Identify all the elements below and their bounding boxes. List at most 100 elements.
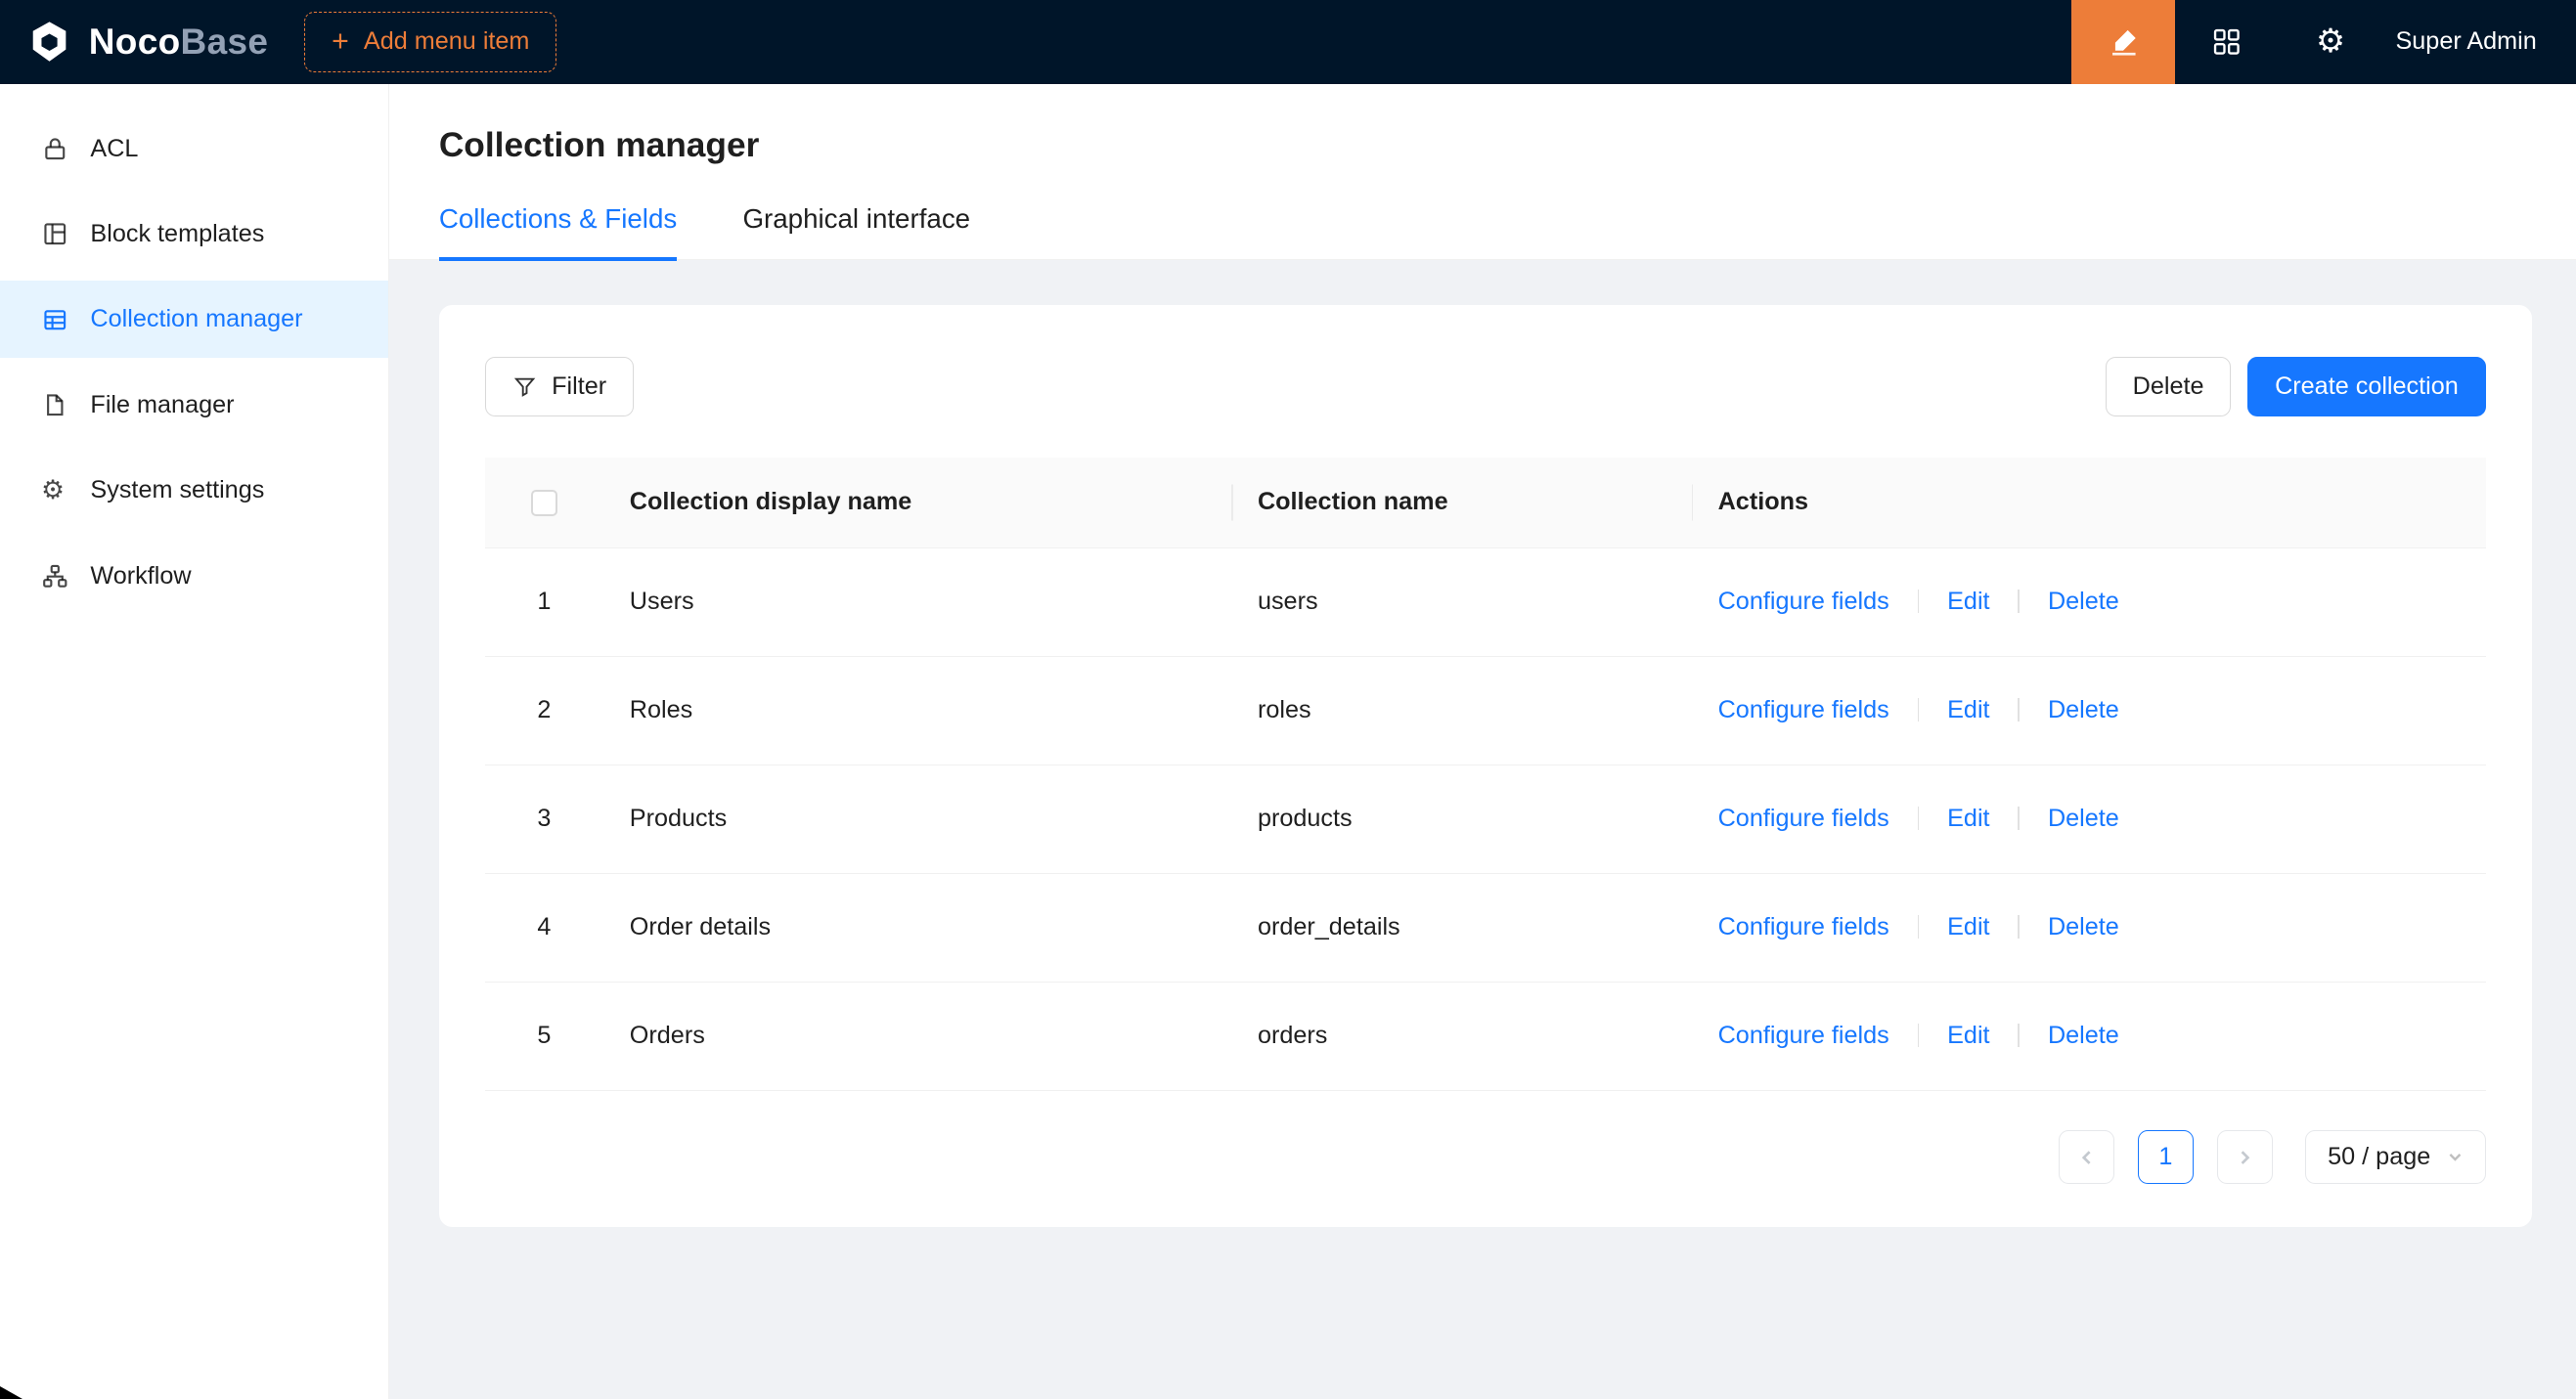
table-icon [41, 306, 69, 334]
tab-collections-and-fields[interactable]: Collections & Fields [439, 203, 677, 259]
collection-display-name-cell: Order details [603, 873, 1231, 982]
collection-name-cell: order_details [1231, 873, 1692, 982]
app-root: NocoBase + Add menu item [0, 0, 2576, 1399]
sidebar-item-label: Collection manager [90, 305, 302, 333]
file-icon [41, 391, 69, 419]
sidebar-item-file-manager[interactable]: File manager [0, 367, 388, 444]
delete-link[interactable]: Delete [2048, 696, 2119, 723]
pagination: 1 50 / page [485, 1091, 2486, 1185]
row-actions-cell: Configure fields Edit Delete [1692, 765, 2486, 873]
column-collection-display-name: Collection display name [603, 458, 1231, 547]
filter-funnel-icon [512, 374, 537, 399]
edit-link[interactable]: Edit [1947, 696, 1989, 723]
delete-button[interactable]: Delete [2106, 357, 2232, 416]
action-divider [2018, 698, 2020, 721]
sidebar-item-label: Workflow [90, 562, 191, 590]
configure-fields-link[interactable]: Configure fields [1718, 1022, 1889, 1049]
pagination-page-1[interactable]: 1 [2138, 1130, 2194, 1184]
collection-display-name-cell: Users [603, 547, 1231, 656]
delete-link[interactable]: Delete [2048, 588, 2119, 615]
delete-link[interactable]: Delete [2048, 913, 2119, 940]
system-settings-button[interactable]: ⚙ [2279, 0, 2382, 84]
edit-link[interactable]: Edit [1947, 588, 1989, 615]
table-row: 3 Products products Configure fields Edi… [485, 765, 2486, 873]
row-actions-cell: Configure fields Edit Delete [1692, 656, 2486, 765]
highlighter-icon [2108, 25, 2141, 59]
edit-link[interactable]: Edit [1947, 1022, 1989, 1049]
row-actions-cell: Configure fields Edit Delete [1692, 547, 2486, 656]
card-toolbar: Filter Delete Create collection [485, 357, 2486, 416]
configure-fields-link[interactable]: Configure fields [1718, 696, 1889, 723]
sidebar-item-label: File manager [90, 391, 234, 419]
cursor-artifact [0, 1386, 22, 1399]
ui-editor-button[interactable] [2071, 0, 2175, 84]
column-actions: Actions [1692, 458, 2486, 547]
page-size-select[interactable]: 50 / page [2305, 1130, 2485, 1184]
action-divider [2018, 1024, 2020, 1047]
column-collection-name: Collection name [1231, 458, 1692, 547]
pagination-prev-button[interactable] [2059, 1130, 2114, 1184]
action-divider [1918, 807, 1920, 830]
action-divider [1918, 915, 1920, 939]
collection-display-name-cell: Roles [603, 656, 1231, 765]
configure-fields-link[interactable]: Configure fields [1718, 913, 1889, 940]
edit-link[interactable]: Edit [1947, 913, 1989, 940]
action-divider [1918, 698, 1920, 721]
row-actions-cell: Configure fields Edit Delete [1692, 873, 2486, 982]
configure-fields-link[interactable]: Configure fields [1718, 805, 1889, 832]
collections-card: Filter Delete Create collection Collect [439, 305, 2532, 1227]
layout-icon [41, 220, 69, 248]
action-divider [2018, 807, 2020, 830]
header-right: ⚙ Super Admin [2071, 0, 2576, 84]
header-checkbox-cell [485, 458, 603, 547]
gear-icon: ⚙ [2316, 25, 2345, 59]
row-index: 1 [485, 547, 603, 656]
sidebar-item-label: System settings [90, 476, 264, 504]
collection-name-cell: products [1231, 765, 1692, 873]
action-divider [2018, 590, 2020, 613]
page-title: Collection manager [439, 126, 2527, 165]
row-index: 5 [485, 982, 603, 1090]
top-header: NocoBase + Add menu item [0, 0, 2576, 84]
select-all-checkbox[interactable] [531, 490, 557, 516]
row-index: 4 [485, 873, 603, 982]
add-menu-item-button[interactable]: + Add menu item [304, 12, 556, 72]
sidebar-item-block-templates[interactable]: Block templates [0, 196, 388, 273]
chevron-down-icon [2447, 1149, 2464, 1165]
collection-name-cell: orders [1231, 982, 1692, 1090]
content-area: Filter Delete Create collection Collect [389, 260, 2576, 1398]
pagination-next-button[interactable] [2217, 1130, 2273, 1184]
filter-button[interactable]: Filter [485, 357, 634, 416]
current-user-menu[interactable]: Super Admin [2382, 27, 2576, 56]
action-divider [1918, 1024, 1920, 1047]
grid-apps-icon [2210, 25, 2243, 59]
configure-fields-link[interactable]: Configure fields [1718, 588, 1889, 615]
filter-button-label: Filter [552, 372, 606, 401]
lock-icon [41, 135, 69, 163]
table-row: 4 Order details order_details Configure … [485, 873, 2486, 982]
action-divider [2018, 915, 2020, 939]
collection-display-name-cell: Orders [603, 982, 1231, 1090]
tab-bar: Collections & Fields Graphical interface [439, 203, 2527, 259]
main-area: Collection manager Collections & Fields … [389, 84, 2576, 1399]
sidebar-item-acl[interactable]: ACL [0, 110, 388, 188]
sidebar-item-workflow[interactable]: Workflow [0, 538, 388, 615]
tab-graphical-interface[interactable]: Graphical interface [742, 203, 970, 259]
edit-link[interactable]: Edit [1947, 805, 1989, 832]
sidebar-item-collection-manager[interactable]: Collection manager [0, 281, 388, 358]
table-row: 1 Users users Configure fields Edit Dele… [485, 547, 2486, 656]
chevron-right-icon [2235, 1148, 2254, 1167]
collections-table: Collection display name Collection name … [485, 458, 2486, 1091]
plugin-manager-button[interactable] [2175, 0, 2279, 84]
sidebar-item-system-settings[interactable]: ⚙ System settings [0, 452, 388, 529]
logo-text: NocoBase [89, 22, 269, 63]
create-collection-button[interactable]: Create collection [2247, 357, 2486, 416]
add-menu-item-label: Add menu item [364, 27, 530, 56]
nocobase-logo[interactable]: NocoBase [0, 19, 304, 65]
table-row: 2 Roles roles Configure fields Edit Dele… [485, 656, 2486, 765]
delete-link[interactable]: Delete [2048, 1022, 2119, 1049]
row-index: 3 [485, 765, 603, 873]
sidebar-item-label: ACL [90, 135, 138, 163]
workflow-icon [41, 562, 69, 590]
delete-link[interactable]: Delete [2048, 805, 2119, 832]
